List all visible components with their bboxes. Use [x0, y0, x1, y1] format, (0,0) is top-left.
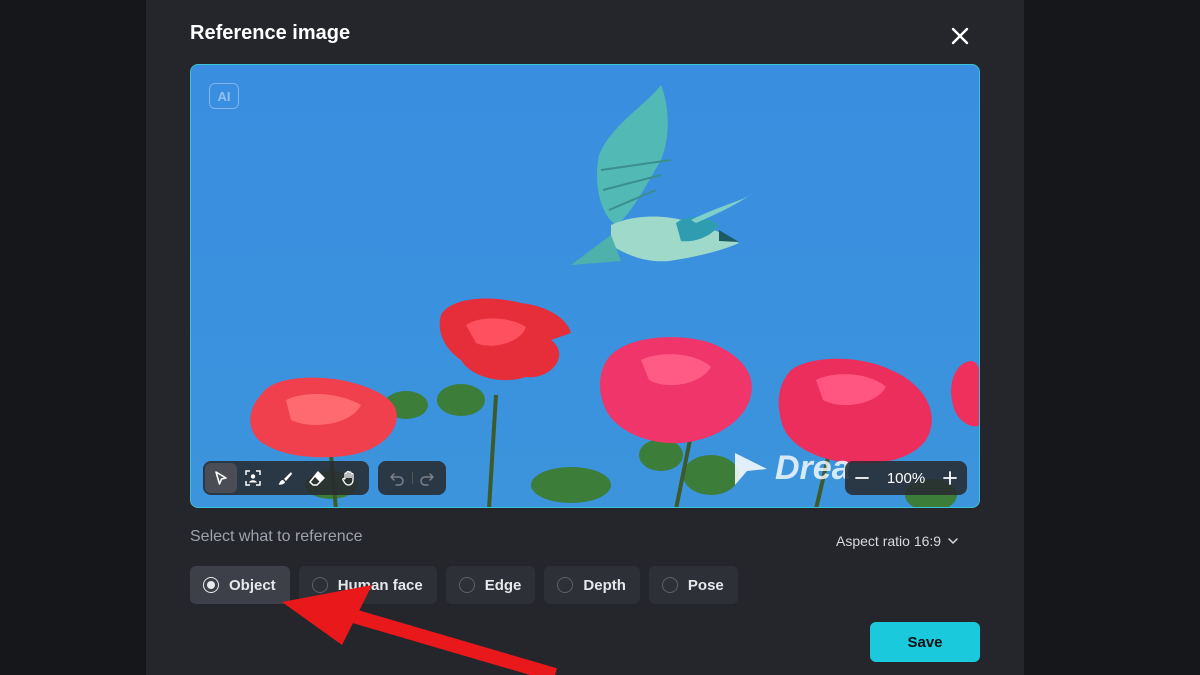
reference-image-modal: Reference image AI Drea 100% Select what…	[146, 0, 1024, 675]
option-label: Depth	[583, 576, 626, 594]
reference-section-label: Select what to reference	[190, 528, 363, 545]
save-button[interactable]: Save	[870, 622, 980, 662]
plus-icon	[943, 471, 957, 485]
radio-icon	[557, 577, 574, 593]
aspect-ratio-dropdown[interactable]: Aspect ratio 16:9	[836, 533, 959, 549]
redo-button[interactable]	[412, 463, 442, 493]
watermark-text: Drea	[775, 449, 851, 487]
option-edge[interactable]: Edge	[445, 566, 536, 604]
chevron-down-icon	[948, 538, 958, 545]
aspect-ratio-label: Aspect ratio 16:9	[836, 533, 942, 549]
option-human-face[interactable]: Human face	[298, 566, 437, 604]
radio-icon	[458, 577, 475, 593]
modal-title: Reference image	[190, 22, 351, 44]
hand-tool-button[interactable]	[333, 463, 365, 493]
select-icon	[215, 471, 227, 485]
zoom-control: 100%	[845, 461, 967, 495]
brush-tool-button[interactable]	[269, 463, 301, 493]
reference-image-canvas[interactable]: AI Drea 100%	[190, 64, 980, 508]
option-label: Human face	[337, 576, 423, 594]
eraser-icon	[309, 471, 325, 486]
zoom-in-button[interactable]	[939, 467, 961, 489]
option-object[interactable]: Object	[190, 566, 290, 604]
redo-icon	[420, 473, 434, 486]
minus-icon	[855, 477, 869, 479]
option-label: Pose	[687, 576, 724, 594]
watermark-logo-icon	[735, 452, 767, 485]
undo-button[interactable]	[382, 463, 412, 493]
watermark: Drea	[731, 449, 851, 488]
zoom-level: 100%	[886, 469, 926, 487]
radio-icon	[661, 577, 678, 593]
reference-options: Object Human face Edge Depth Pose	[190, 566, 738, 604]
canvas-toolbar	[203, 461, 369, 495]
face-select-tool-button[interactable]	[237, 463, 269, 493]
close-button[interactable]	[946, 22, 974, 50]
eraser-tool-button[interactable]	[301, 463, 333, 493]
brush-icon	[278, 472, 292, 485]
option-label: Object	[229, 576, 276, 594]
option-depth[interactable]: Depth	[544, 566, 640, 604]
close-icon	[951, 27, 969, 45]
undo-icon	[390, 473, 404, 486]
reference-image	[191, 65, 979, 507]
radio-selected-icon	[203, 577, 219, 593]
option-pose[interactable]: Pose	[648, 566, 738, 604]
option-label: Edge	[484, 576, 522, 594]
hand-icon	[342, 470, 354, 486]
ai-badge: AI	[209, 83, 239, 109]
zoom-out-button[interactable]	[851, 467, 873, 489]
select-tool-button[interactable]	[205, 463, 237, 493]
radio-icon	[311, 577, 328, 593]
face-select-icon	[245, 470, 261, 486]
history-controls	[378, 461, 446, 495]
